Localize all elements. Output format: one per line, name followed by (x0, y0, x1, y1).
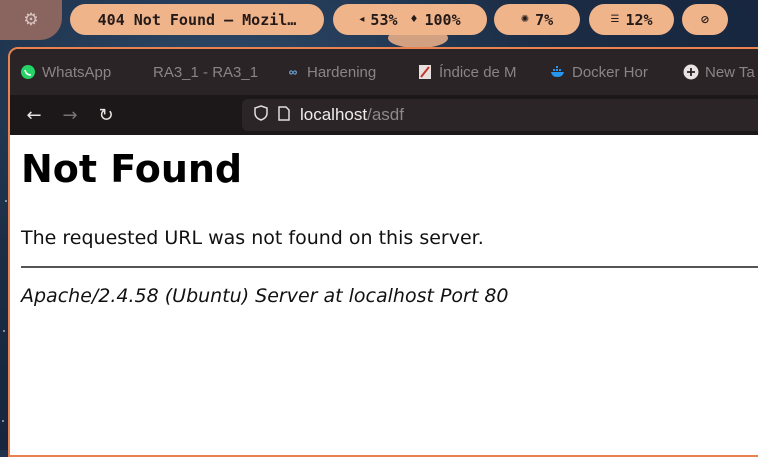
wallpaper-decoration (388, 28, 448, 48)
reload-icon: ↻ (98, 104, 114, 126)
browser-window: WhatsApp RA3_1 - RA3_1 ∞ Hardening Índic… (8, 47, 758, 457)
eye-off-icon: ⊘ (700, 13, 710, 26)
tab-label: New Ta (705, 63, 755, 81)
nav-toolbar: ← → ↻ localhost/asdf (10, 95, 758, 135)
divider (21, 266, 758, 268)
tab-whatsapp[interactable]: WhatsApp (20, 57, 138, 87)
brightness-level: 100% (424, 10, 461, 29)
document-icon (417, 64, 433, 80)
cpu-pill[interactable]: ✺ 7% (494, 4, 580, 35)
meta-icon: ∞ (288, 65, 298, 79)
error-message: The requested URL was not found on this … (21, 227, 484, 249)
docker-icon (550, 64, 566, 80)
volume-level: 53% (370, 10, 398, 29)
gear-icon: ⚙ (23, 10, 39, 30)
page-icon (278, 105, 290, 125)
star-decoration (5, 200, 7, 202)
arrow-left-icon: ← (26, 104, 42, 126)
url-host: localhost (300, 105, 368, 124)
tab-label: Docker Hor (572, 63, 648, 81)
tab-new[interactable]: New Ta (683, 57, 758, 87)
plus-icon (683, 64, 699, 80)
top-panel: ⚙ 404 Not Found — Mozil… ◂ 53% ♦ 100% ✺ … (0, 0, 758, 48)
tab-label: Hardening (307, 63, 377, 81)
speaker-icon: ◂ (359, 14, 365, 25)
whatsapp-icon (20, 64, 36, 80)
star-decoration (2, 420, 4, 422)
url-path: /asdf (367, 105, 404, 124)
tab-label: WhatsApp (42, 63, 112, 81)
brightness-icon: ♦ (409, 14, 419, 25)
tab-label: RA3_1 - RA3_1 (153, 63, 259, 81)
address-bar[interactable]: localhost/asdf (242, 99, 758, 131)
memory-icon: ☰ (610, 14, 620, 25)
tab-label: Índice de M (439, 63, 517, 81)
tab-bar: WhatsApp RA3_1 - RA3_1 ∞ Hardening Índic… (10, 49, 758, 95)
memory-usage: 12% (625, 10, 653, 29)
tab-indice[interactable]: Índice de M (417, 57, 529, 87)
app-launcher[interactable]: ⚙ (0, 0, 62, 40)
memory-pill[interactable]: ☰ 12% (589, 4, 674, 35)
window-title-pill[interactable]: 404 Not Found — Mozil… (70, 4, 324, 35)
tab-ra3[interactable]: RA3_1 - RA3_1 (153, 57, 265, 87)
page-content: Not Found The requested URL was not foun… (10, 135, 758, 455)
privacy-pill[interactable]: ⊘ (682, 4, 728, 35)
tab-docker[interactable]: Docker Hor (550, 57, 662, 87)
page-title: Not Found (21, 147, 243, 191)
cpu-icon: ✺ (520, 14, 530, 25)
shield-icon (254, 105, 268, 125)
window-title: 404 Not Found — Mozil… (97, 10, 297, 29)
back-button[interactable]: ← (22, 103, 46, 127)
arrow-right-icon: → (62, 104, 78, 126)
forward-button[interactable]: → (58, 103, 82, 127)
reload-button[interactable]: ↻ (94, 103, 118, 127)
tab-hardening[interactable]: ∞ Hardening (285, 57, 395, 87)
cpu-usage: 7% (535, 10, 554, 29)
star-decoration (3, 330, 5, 332)
server-signature: Apache/2.4.58 (Ubuntu) Server at localho… (21, 285, 509, 307)
